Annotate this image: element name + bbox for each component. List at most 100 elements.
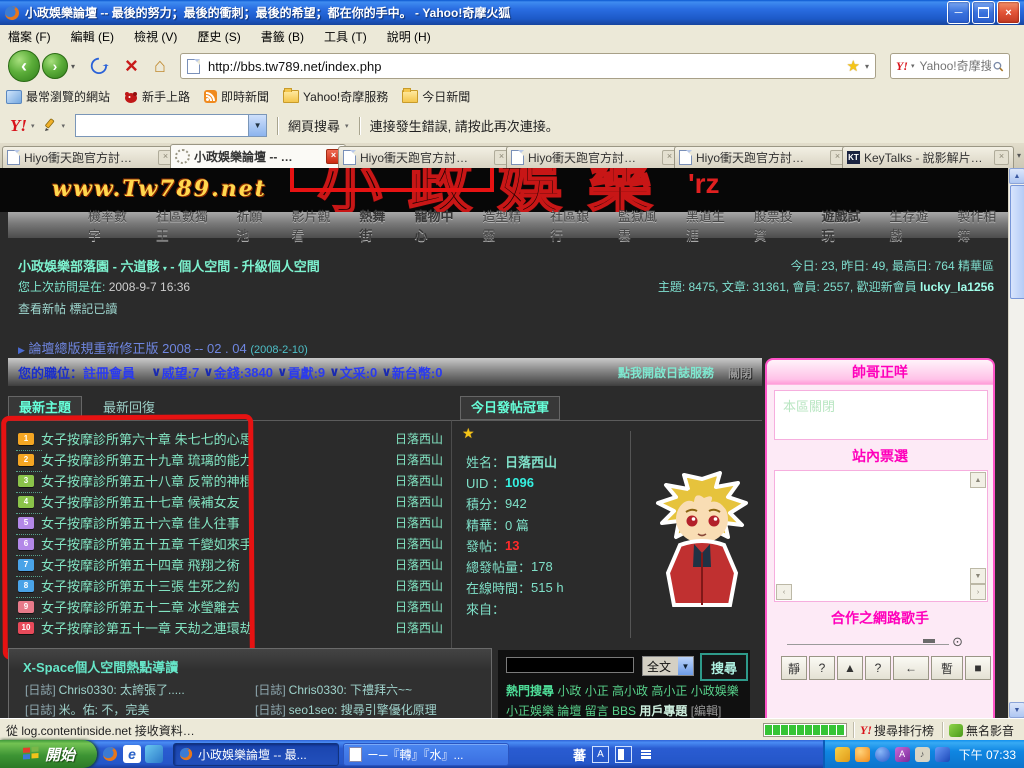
history-dropdown-icon[interactable]: ▾	[71, 62, 75, 71]
view-new-posts-link[interactable]: 查看新帖	[18, 302, 66, 316]
tab-active-forum[interactable]: 小政娛樂論壇 -- … ×	[170, 144, 346, 168]
scrollbar-up-icon[interactable]: ▲	[1009, 168, 1024, 184]
thread-author-link[interactable]: 日落西山	[385, 514, 451, 531]
taskbar-item-forum[interactable]: 小政娛樂論壇 -- 最...	[173, 743, 339, 766]
forum-search-button[interactable]: 搜尋	[700, 653, 748, 681]
bookmark-today-news[interactable]: 今日新聞	[402, 88, 470, 105]
menu-history[interactable]: 歷史 (S)	[197, 28, 240, 45]
xspace-entry[interactable]: [日誌]seo1seo: 搜尋引擎優化原理	[255, 701, 437, 718]
quicklaunch-firefox-icon[interactable]	[101, 745, 119, 763]
tray-display-icon[interactable]	[935, 747, 950, 762]
thread-author-link[interactable]: 日落西山	[385, 556, 451, 573]
nav-item[interactable]: 造型精靈	[482, 206, 533, 244]
yahoo-logo-icon[interactable]: Y!	[896, 59, 908, 74]
home-button[interactable]: ⌂	[154, 55, 166, 78]
yahoo-status-icon[interactable]: Y!	[860, 723, 872, 738]
forward-button[interactable]: ›	[42, 53, 68, 79]
player-mute-button[interactable]: 靜	[781, 656, 807, 680]
yahoo-toolbar-logo[interactable]: Y!	[10, 116, 27, 136]
scroll-left-icon[interactable]: ‹	[776, 584, 792, 600]
reload-button[interactable]	[89, 56, 109, 76]
bookmark-latest-news[interactable]: 即時新聞	[204, 88, 269, 105]
scroll-up-icon[interactable]: ▲	[970, 472, 986, 488]
menu-edit[interactable]: 編輯 (E)	[71, 28, 114, 45]
player-play-button[interactable]: ▲	[837, 656, 863, 680]
wretch-icon[interactable]	[949, 724, 963, 737]
bookmark-most-visited[interactable]: 最常瀏覽的網站	[6, 88, 110, 105]
menu-tools[interactable]: 工具 (T)	[324, 28, 367, 45]
search-engine-dropdown-icon[interactable]: ▾	[911, 62, 915, 70]
nav-item[interactable]: 黑道生涯	[686, 206, 737, 244]
yahoo-rank-link[interactable]: 搜尋排行榜	[874, 722, 934, 739]
scroll-down-icon[interactable]: ▼	[970, 568, 986, 584]
select-dropdown-icon[interactable]: ▼	[678, 657, 693, 675]
tab-today-champion[interactable]: 今日發帖冠軍	[460, 396, 560, 420]
menu-bookmarks[interactable]: 書籤 (B)	[261, 28, 304, 45]
nav-item[interactable]: 影片觀看	[292, 206, 343, 244]
ime-language-icon[interactable]: 蕃	[573, 745, 586, 764]
tab-hiyo-4[interactable]: Hiyo衝天跑官方討… ×	[674, 146, 850, 168]
menu-help[interactable]: 說明 (H)	[387, 28, 431, 45]
menu-file[interactable]: 檔案 (F)	[8, 28, 51, 45]
ime-mode-icon[interactable]: A	[592, 746, 609, 763]
mark-read-link[interactable]: 標記已讀	[69, 302, 117, 316]
tray-messenger-icon[interactable]	[875, 747, 890, 762]
minimize-button[interactable]: ─	[947, 1, 970, 24]
nav-item[interactable]: 製作相簿	[957, 206, 1008, 244]
nav-item[interactable]: 社區數獨王	[156, 206, 220, 244]
tab-overflow-dropdown-icon[interactable]: ▾	[1017, 151, 1021, 160]
stop-button[interactable]: ×	[125, 53, 138, 79]
keyword-links[interactable]: 小正娛樂 論壇 留言 BBS	[506, 704, 636, 718]
back-button[interactable]: ‹	[8, 50, 40, 82]
scrollbar-thumb[interactable]	[1010, 185, 1024, 299]
player-button[interactable]: ?	[865, 656, 891, 680]
web-search-button[interactable]: 網頁搜尋	[288, 116, 340, 135]
journal-service-link[interactable]: 點我開啟日誌服務	[618, 364, 714, 381]
new-member-link[interactable]: lucky_la1256	[920, 280, 994, 294]
combobox-dropdown-icon[interactable]: ▼	[248, 115, 266, 136]
breadcrumb-links[interactable]: - 個人空間 - 升級個人空間	[170, 259, 320, 274]
search-scope-select[interactable]: 全文 ▼	[642, 656, 694, 676]
thread-author-link[interactable]: 日落西山	[385, 430, 451, 447]
player-slider-handle[interactable]	[923, 639, 935, 643]
tab-keytalks[interactable]: KT KeyTalks - 說影解片… ×	[842, 146, 1014, 168]
tray-antivirus-icon[interactable]: A	[895, 747, 910, 762]
thread-author-link[interactable]: 日落西山	[385, 472, 451, 489]
player-slider-track[interactable]	[787, 644, 949, 645]
ime-toolbar-icon[interactable]	[638, 747, 653, 762]
thread-author-link[interactable]: 日落西山	[385, 493, 451, 510]
close-button[interactable]: ×	[997, 1, 1020, 24]
journal-badge[interactable]: 關閉	[728, 364, 752, 381]
url-bar[interactable]: ★ ▾	[180, 53, 876, 79]
scrollbar-down-icon[interactable]: ▼	[1009, 702, 1024, 718]
forum-search-input[interactable]	[506, 657, 634, 673]
yahoo-search-input[interactable]	[917, 58, 993, 74]
pencil-dropdown-icon[interactable]: ▾	[62, 122, 66, 130]
yahoo-search-combobox[interactable]: ▼	[75, 114, 267, 137]
nav-item[interactable]: 社區銀行	[550, 206, 601, 244]
page-scrollbar[interactable]: ▲ ▼	[1008, 168, 1024, 718]
player-stop-button[interactable]: ■	[965, 656, 991, 680]
maximize-button[interactable]	[972, 1, 995, 24]
player-back-button[interactable]: ←	[893, 656, 929, 680]
quicklaunch-messenger-icon[interactable]	[145, 745, 163, 763]
announcement-link[interactable]: 論壇總版規重新修正版 2008 -- 02 . 04	[29, 341, 247, 356]
tab-close-icon[interactable]: ×	[994, 150, 1009, 165]
breadcrumb-main[interactable]: 小政娛樂部落園 - 六道骸	[18, 259, 160, 274]
player-button[interactable]: ?	[809, 656, 835, 680]
player-dial-icon[interactable]: ⊙	[952, 634, 963, 650]
bookmark-getting-started[interactable]: 新手上路	[124, 88, 190, 105]
thread-author-link[interactable]: 日落西山	[385, 577, 451, 594]
start-button[interactable]: 開始	[0, 740, 97, 768]
pencil-icon[interactable]	[43, 118, 58, 133]
player-pause-button[interactable]: 暫	[931, 656, 963, 680]
yahoo-menu-dropdown-icon[interactable]: ▾	[31, 122, 35, 130]
edit-link[interactable]: [編輯]	[691, 704, 722, 718]
nav-item[interactable]: 寵物中心	[414, 206, 465, 244]
menu-view[interactable]: 檢視 (V)	[134, 28, 177, 45]
keyword-links[interactable]: 小政 小正 高小政 高小正 小政娛樂	[557, 684, 738, 698]
tray-smiley-icon[interactable]	[855, 747, 870, 762]
quicklaunch-ie-icon[interactable]: e	[123, 745, 141, 763]
nav-item[interactable]: 監獄風雲	[618, 206, 669, 244]
url-input[interactable]	[206, 58, 847, 75]
